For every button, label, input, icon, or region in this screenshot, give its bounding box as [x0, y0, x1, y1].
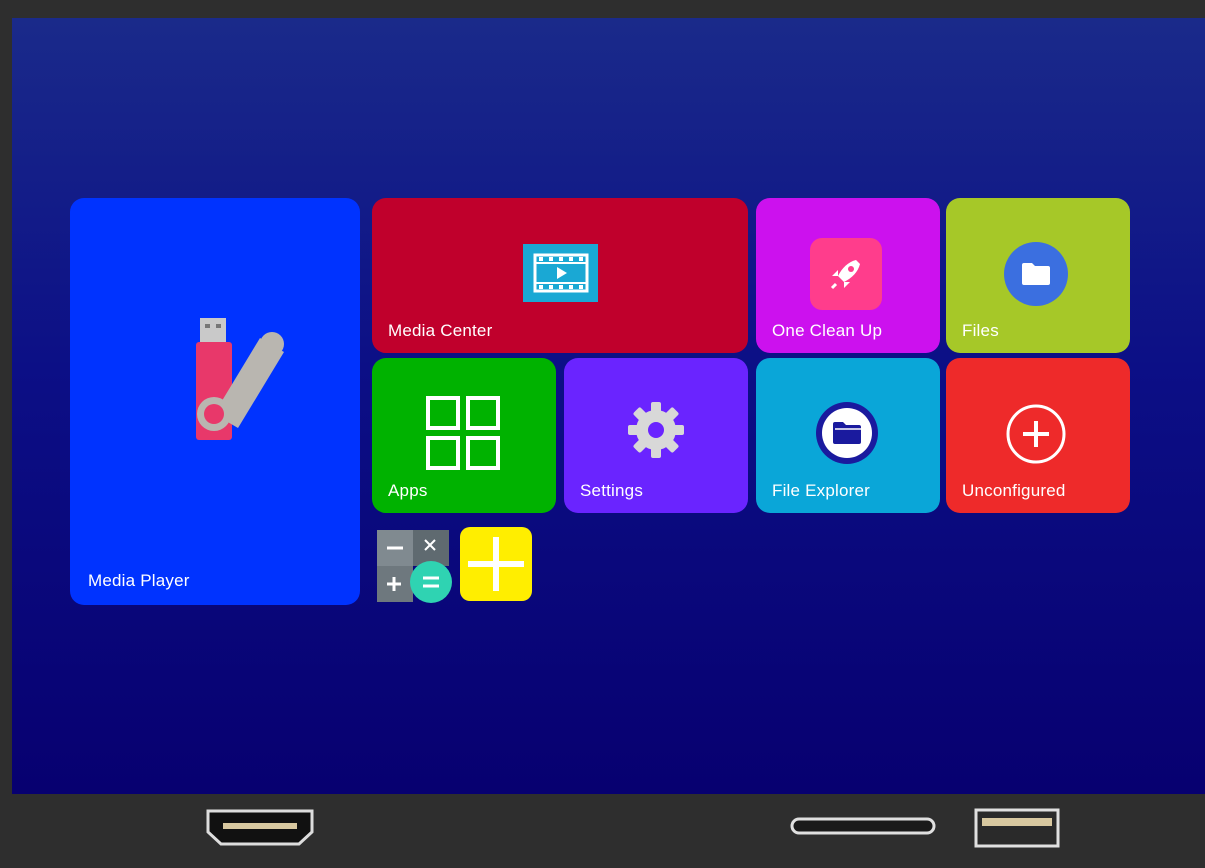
calculator-icon — [375, 528, 455, 604]
card-slot-icon — [790, 816, 936, 841]
film-play-icon — [523, 244, 598, 302]
usb-port-icon — [974, 808, 1060, 853]
one-clean-up-tile[interactable]: One Clean Up — [756, 198, 940, 353]
unconfigured-label: Unconfigured — [962, 481, 1066, 500]
media-player-label: Media Player — [88, 571, 190, 590]
grid-icon — [424, 394, 504, 474]
folder-icon — [1004, 242, 1068, 306]
hdmi-port-icon — [205, 808, 315, 853]
settings-tile[interactable]: Settings — [564, 358, 748, 513]
media-center-label: Media Center — [388, 321, 493, 340]
calculator-tile[interactable] — [375, 528, 455, 604]
unconfigured-tile[interactable]: Unconfigured — [946, 358, 1130, 513]
file-explorer-label: File Explorer — [772, 481, 871, 500]
home-screen: Media Player Media Center One Clean Up F… — [12, 18, 1205, 794]
folder-explorer-icon — [816, 402, 878, 464]
plus-circle-icon — [1004, 402, 1068, 466]
media-player-tile[interactable]: Media Player — [70, 198, 360, 605]
file-explorer-tile[interactable]: File Explorer — [756, 358, 940, 513]
add-app-button[interactable] — [460, 527, 532, 601]
apps-label: Apps — [388, 481, 428, 500]
usb-drive-icon — [188, 316, 288, 446]
media-center-tile[interactable]: Media Center — [372, 198, 748, 353]
settings-label: Settings — [580, 481, 644, 500]
one-clean-up-label: One Clean Up — [772, 321, 883, 340]
files-tile[interactable]: Files — [946, 198, 1130, 353]
gear-icon — [624, 398, 688, 462]
apps-tile[interactable]: Apps — [372, 358, 556, 513]
files-label: Files — [962, 321, 999, 340]
plus-icon — [460, 527, 532, 601]
rocket-icon — [810, 238, 882, 310]
device-bezel — [0, 794, 1205, 868]
